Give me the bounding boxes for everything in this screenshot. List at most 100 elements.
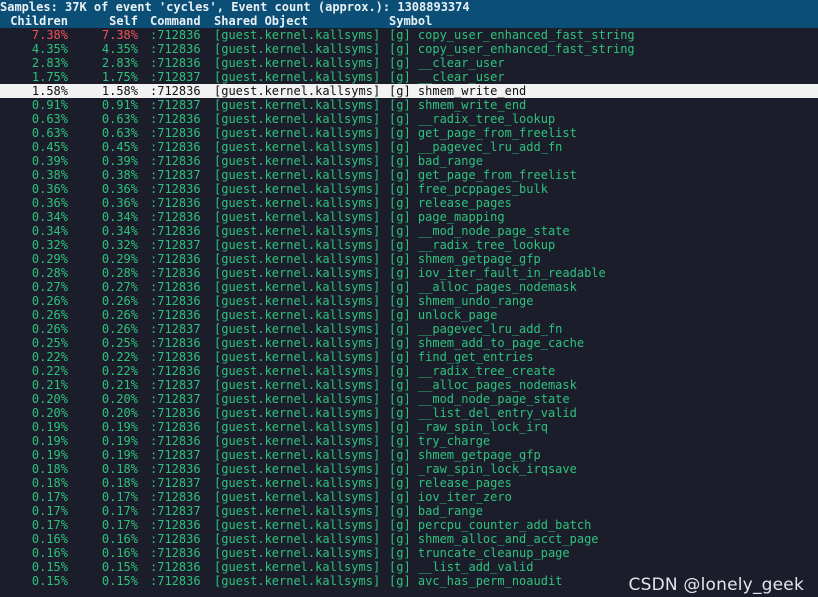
table-row[interactable]: 0.26% 0.26%:712836 [guest.kernel.kallsyms]… [0,294,818,308]
shared-object-cell: [guest.kernel.kallsyms] [214,336,381,350]
table-row[interactable]: 7.38% 7.38%:712836 [guest.kernel.kallsyms]… [0,28,818,42]
command-cell: :712836 [150,532,201,546]
children-cell: 0.20% [31,392,68,406]
command-column-header[interactable]: Command [150,14,201,28]
table-row[interactable]: 1.58% 1.58%:712836 [guest.kernel.kallsyms]… [0,84,818,98]
self-cell: 0.32% [101,238,138,252]
symbol-cell: [g] __alloc_pages_nodemask [389,378,577,392]
table-row[interactable]: 0.18% 0.18%:712837 [guest.kernel.kallsyms]… [0,476,818,490]
self-cell: 1.75% [101,70,138,84]
table-row[interactable]: 0.20% 0.20%:712837 [guest.kernel.kallsyms]… [0,392,818,406]
table-row[interactable]: 0.20% 0.20%:712836 [guest.kernel.kallsyms]… [0,406,818,420]
table-row[interactable]: 0.34% 0.34%:712836 [guest.kernel.kallsyms]… [0,210,818,224]
children-cell: 0.91% [31,98,68,112]
table-row[interactable]: 0.63% 0.63%:712836 [guest.kernel.kallsyms]… [0,112,818,126]
children-cell: 0.27% [31,280,68,294]
table-row[interactable]: 0.25% 0.25%:712836 [guest.kernel.kallsyms]… [0,336,818,350]
children-cell: 2.83% [31,56,68,70]
symbol-cell: [g] find_get_entries [389,350,534,364]
command-cell: :712836 [150,490,201,504]
command-cell: :712836 [150,154,201,168]
table-row[interactable]: 0.21% 0.21%:712837 [guest.kernel.kallsyms]… [0,378,818,392]
children-cell: 0.16% [31,532,68,546]
children-cell: 0.26% [31,308,68,322]
symbol-cell: [g] __radix_tree_lookup [389,112,556,126]
table-row[interactable]: 0.34% 0.34%:712836 [guest.kernel.kallsyms]… [0,224,818,238]
table-row[interactable]: 1.75% 1.75%:712837 [guest.kernel.kallsyms]… [0,70,818,84]
shared-object-cell: [guest.kernel.kallsyms] [214,126,381,140]
self-cell: 0.21% [101,378,138,392]
self-cell: 0.20% [101,392,138,406]
table-row[interactable]: 0.36% 0.36%:712836 [guest.kernel.kallsyms]… [0,182,818,196]
self-cell: 0.20% [101,406,138,420]
shared-object-cell: [guest.kernel.kallsyms] [214,210,381,224]
self-cell: 0.16% [101,546,138,560]
table-row[interactable]: 0.26% 0.26%:712837 [guest.kernel.kallsyms]… [0,322,818,336]
command-cell: :712836 [150,294,201,308]
symbol-cell: [g] shmem_add_to_page_cache [389,336,585,350]
table-row[interactable]: 0.39% 0.39%:712836 [guest.kernel.kallsyms]… [0,154,818,168]
shared-object-cell: [guest.kernel.kallsyms] [214,238,381,252]
symbol-cell: [g] __pagevec_lru_add_fn [389,140,563,154]
perf-report-screen: Samples: 37K of event 'cycles', Event co… [0,0,818,597]
table-row[interactable]: 0.16% 0.16%:712836 [guest.kernel.kallsyms]… [0,532,818,546]
table-row[interactable]: 0.38% 0.38%:712837 [guest.kernel.kallsyms]… [0,168,818,182]
command-cell: :712837 [150,238,201,252]
children-column-header[interactable]: Children [0,14,68,28]
children-cell: 4.35% [31,42,68,56]
symbol-cell: [g] try_charge [389,434,491,448]
children-cell: 0.39% [31,154,68,168]
table-row[interactable]: 0.27% 0.27%:712836 [guest.kernel.kallsyms]… [0,280,818,294]
command-cell: :712836 [150,308,201,322]
table-row[interactable]: 0.45% 0.45%:712836 [guest.kernel.kallsyms]… [0,140,818,154]
table-row[interactable]: 4.35% 4.35%:712836 [guest.kernel.kallsyms]… [0,42,818,56]
shared-object-cell: [guest.kernel.kallsyms] [214,56,381,70]
shared-object-cell: [guest.kernel.kallsyms] [214,462,381,476]
table-row[interactable]: 0.32% 0.32%:712837 [guest.kernel.kallsyms]… [0,238,818,252]
shared-object-cell: [guest.kernel.kallsyms] [214,420,381,434]
table-row[interactable]: 2.83% 2.83%:712836 [guest.kernel.kallsyms]… [0,56,818,70]
table-row[interactable]: 0.91% 0.91%:712837 [guest.kernel.kallsyms]… [0,98,818,112]
children-cell: 0.34% [31,224,68,238]
shared-object-cell: [guest.kernel.kallsyms] [214,70,381,84]
children-cell: 0.15% [31,560,68,574]
table-row[interactable]: 0.18% 0.18%:712836 [guest.kernel.kallsyms]… [0,462,818,476]
table-row[interactable]: 0.28% 0.28%:712836 [guest.kernel.kallsyms]… [0,266,818,280]
command-cell: :712836 [150,252,201,266]
table-row[interactable]: 0.17% 0.17%:712837 [guest.kernel.kallsyms]… [0,504,818,518]
command-cell: :712836 [150,140,201,154]
shared-object-cell: [guest.kernel.kallsyms] [214,252,381,266]
children-cell: 0.15% [31,574,68,588]
children-cell: 1.75% [31,70,68,84]
table-row[interactable]: 0.22% 0.22%:712836 [guest.kernel.kallsyms]… [0,350,818,364]
table-row[interactable]: 0.36% 0.36%:712836 [guest.kernel.kallsyms]… [0,196,818,210]
table-row[interactable]: 0.63% 0.63%:712836 [guest.kernel.kallsyms]… [0,126,818,140]
self-cell: 0.27% [101,280,138,294]
self-column-header[interactable]: Self [72,14,138,28]
command-cell: :712836 [150,336,201,350]
children-cell: 0.17% [31,490,68,504]
table-row[interactable]: 0.16% 0.16%:712836 [guest.kernel.kallsyms]… [0,546,818,560]
table-row[interactable]: 0.26% 0.26%:712836 [guest.kernel.kallsyms]… [0,308,818,322]
shared-object-column-header[interactable]: Shared Object [214,14,308,28]
symbol-cell: [g] shmem_undo_range [389,294,534,308]
table-row[interactable]: 0.15% 0.15%:712836 [guest.kernel.kallsyms]… [0,560,818,574]
samples-summary: Samples: 37K of event 'cycles', Event co… [0,0,818,14]
table-row[interactable]: 0.17% 0.17%:712836 [guest.kernel.kallsyms]… [0,490,818,504]
self-cell: 0.26% [101,308,138,322]
table-row[interactable]: 0.19% 0.19%:712836 [guest.kernel.kallsyms]… [0,420,818,434]
symbol-cell: [g] copy_user_enhanced_fast_string [389,42,635,56]
self-cell: 0.18% [101,462,138,476]
children-cell: 0.63% [31,126,68,140]
table-row[interactable]: 0.22% 0.22%:712836 [guest.kernel.kallsyms]… [0,364,818,378]
symbol-cell: [g] __list_add_valid [389,560,534,574]
children-cell: 0.26% [31,294,68,308]
children-cell: 0.25% [31,336,68,350]
shared-object-cell: [guest.kernel.kallsyms] [214,182,381,196]
table-row[interactable]: 0.17% 0.17%:712836 [guest.kernel.kallsyms]… [0,518,818,532]
symbol-column-header[interactable]: Symbol [389,14,432,28]
self-cell: 0.38% [101,168,138,182]
table-row[interactable]: 0.19% 0.19%:712836 [guest.kernel.kallsyms]… [0,434,818,448]
table-row[interactable]: 0.19% 0.19%:712837 [guest.kernel.kallsyms]… [0,448,818,462]
table-row[interactable]: 0.29% 0.29%:712836 [guest.kernel.kallsyms]… [0,252,818,266]
